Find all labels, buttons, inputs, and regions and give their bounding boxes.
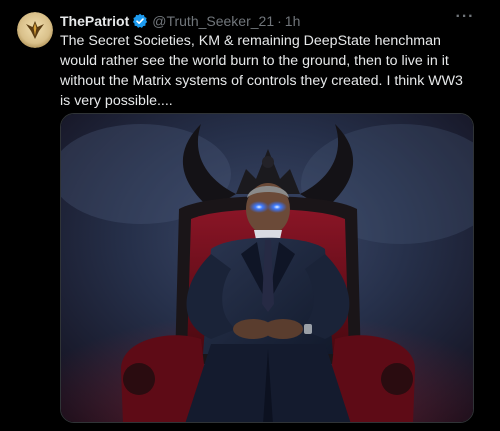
separator-dot: · (277, 13, 282, 29)
throne-image (61, 114, 473, 422)
phoenix-logo-icon (17, 12, 53, 48)
tweet-text: The Secret Societies, KM & remaining Dee… (60, 33, 463, 109)
verified-badge-icon (132, 13, 148, 29)
avatar[interactable] (17, 12, 53, 48)
tweet-header: ThePatriot @Truth_Seeker_21 · 1h (60, 12, 300, 30)
tweet-image[interactable] (60, 113, 474, 423)
tweet-card[interactable]: ThePatriot @Truth_Seeker_21 · 1h ··· The… (0, 0, 500, 431)
more-options-icon[interactable]: ··· (454, 9, 476, 28)
user-handle[interactable]: @Truth_Seeker_21 (152, 12, 274, 30)
display-name[interactable]: ThePatriot (60, 12, 129, 30)
timestamp[interactable]: 1h (285, 12, 301, 30)
